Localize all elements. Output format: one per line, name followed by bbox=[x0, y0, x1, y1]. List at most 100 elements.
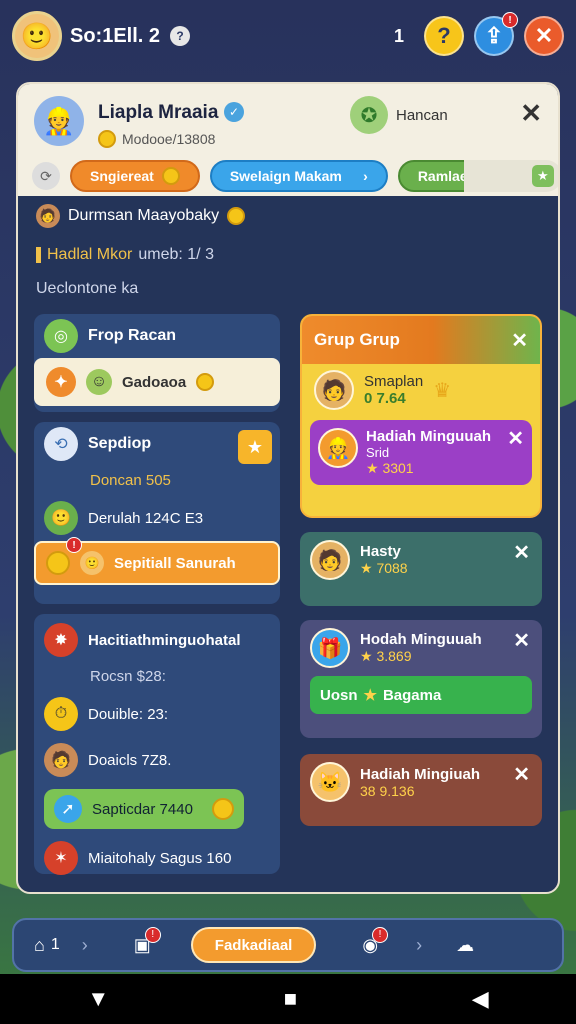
card-line: Rocsn $28: bbox=[90, 668, 166, 685]
purple-value-row: ★ 3301 bbox=[366, 460, 414, 476]
hasty-text: Hasty ★ 7088 bbox=[360, 543, 408, 577]
item-value: 0 7.64 bbox=[364, 390, 406, 407]
sepitiall-sanurah-button[interactable]: 🙂 Sepitiall Sanurah ! bbox=[34, 537, 280, 585]
hasty-value: 7088 bbox=[376, 560, 408, 576]
purple-text: Hadiah Minguuah Srid ★ 3301 bbox=[366, 428, 491, 477]
card-header: ✸ Hacitiathminguohatal bbox=[34, 618, 280, 662]
purple-title: Hadiah Minguuah bbox=[366, 428, 491, 445]
profile-subtitle-text: Modooe/13808 bbox=[122, 131, 216, 147]
target-icon: ◎ bbox=[44, 319, 78, 353]
info-line2-b: umeb: 1/ 3 bbox=[138, 246, 214, 263]
back-triangle-icon[interactable]: ▼ bbox=[87, 986, 109, 1012]
nav-shop[interactable]: ☁ bbox=[456, 935, 474, 956]
close-violet-button[interactable]: ✕ bbox=[513, 628, 530, 653]
gift-icon: 🎁 bbox=[310, 628, 350, 668]
chevron-right-icon: › bbox=[416, 934, 423, 955]
reward-gadoaoa[interactable]: ✦ ☺ Gadoaoa bbox=[34, 358, 280, 406]
share-button[interactable]: ⇪ ! bbox=[474, 12, 518, 56]
star-icon[interactable]: ★ bbox=[531, 165, 554, 187]
info-name: Durmsan Maayobaky bbox=[68, 207, 220, 224]
brown-value: 38 9.136 bbox=[360, 782, 415, 799]
home-square-icon[interactable]: ■ bbox=[284, 986, 297, 1012]
card-line-row: ✶ Miaitohaly Sagus 160 bbox=[34, 835, 280, 881]
bar-icon bbox=[36, 247, 41, 263]
left-column: ◎ Frop Racan ✦ ☺ Gadoaoa ⟲ Sepdiop ★ Don… bbox=[34, 314, 280, 884]
nav-messages[interactable]: ▣ ! bbox=[134, 926, 161, 956]
star-icon[interactable]: ★ bbox=[238, 430, 272, 464]
sapticdar-button[interactable]: ➚ Sapticdar 7440 bbox=[44, 789, 244, 829]
arrow-icon: › bbox=[363, 168, 368, 184]
group-title: Grup Grup bbox=[314, 330, 400, 349]
gift-icon: ✦ bbox=[46, 367, 76, 397]
card-line: Doncan 505 bbox=[90, 472, 171, 489]
violet-value: 3.869 bbox=[376, 648, 412, 664]
pet-icon: 🐱 bbox=[310, 762, 350, 802]
nav-home[interactable]: ⌂ 1 bbox=[34, 935, 60, 956]
hasty-value-row: ★ 7088 bbox=[360, 560, 408, 576]
brown-title: Hadiah Mingiuah bbox=[360, 765, 480, 783]
panel-tabs: ⟳ Sngiereat Swelaign Makam › Ramlae ★ bbox=[32, 160, 558, 192]
card-header: ◎ Frop Racan bbox=[34, 314, 280, 358]
info-row-status: Ueclontone ka bbox=[36, 280, 139, 297]
character-icon: 🧑 bbox=[44, 743, 78, 777]
card-hasty[interactable]: 🧑 Hasty ★ 7088 ✕ bbox=[300, 532, 542, 606]
info-row-progress: Hadlal Mkor umeb: 1/ 3 bbox=[36, 246, 214, 264]
group-card: Grup Grup ✕ 🧑 Smaplan 0 7.64 ♛ 👷 Hadiah … bbox=[300, 314, 542, 518]
close-hasty-button[interactable]: ✕ bbox=[513, 540, 530, 565]
main-action-button[interactable]: Fadkadiaal bbox=[190, 927, 317, 963]
item-name: Smaplan bbox=[364, 373, 424, 390]
info-icon[interactable]: ? bbox=[170, 26, 191, 46]
group-item-smaplan[interactable]: 🧑 Smaplan 0 7.64 ♛ bbox=[302, 364, 540, 416]
alert-badge-icon: ! bbox=[372, 926, 389, 943]
smile-icon: ☺ bbox=[86, 369, 112, 395]
clan-info[interactable]: ✪ Hancan bbox=[350, 96, 448, 134]
violet-text: Hodah Minguuah ★ 3.869 bbox=[360, 631, 482, 665]
card-title: Frop Racan bbox=[88, 327, 177, 344]
card-frop-racan: ◎ Frop Racan ✦ ☺ Gadoaoa bbox=[34, 314, 280, 412]
clock-icon: ⏱ bbox=[44, 697, 78, 731]
reward-hadiah-mingguah[interactable]: 👷 Hadiah Minguuah Srid ★ 3301 ✕ bbox=[310, 420, 532, 485]
character-icon: 🧑 bbox=[310, 540, 350, 580]
shop-icon: ☁ bbox=[456, 934, 475, 955]
crown-icon: ♛ bbox=[433, 379, 452, 402]
character-icon: 🙂 bbox=[80, 551, 104, 575]
tab-swelaign-makam[interactable]: Swelaign Makam › bbox=[209, 160, 388, 192]
card-line-row: ➚ Sapticdar 7440 bbox=[34, 783, 280, 835]
notification-count: 1 bbox=[393, 25, 404, 46]
profile-avatar[interactable]: 👷 bbox=[34, 96, 84, 146]
player-score: So:1Ell. 2 bbox=[70, 24, 161, 47]
verified-icon: ✓ bbox=[224, 102, 244, 122]
close-game-button[interactable]: ✕ bbox=[524, 16, 564, 56]
card-title: Sepdiop bbox=[88, 435, 152, 452]
character-icon: 🧑 bbox=[314, 370, 354, 410]
info-line2-a: Hadlal Mkor bbox=[47, 246, 133, 263]
player-avatar[interactable]: 🙂 bbox=[12, 11, 62, 61]
coin-icon bbox=[212, 798, 234, 820]
profile-subtitle: Modooe/13808 bbox=[98, 130, 215, 148]
card-hadiah-mingiuah[interactable]: 🐱 Hadiah Mingiuah 38 9.136 ✕ bbox=[300, 754, 542, 826]
refresh-icon[interactable]: ⟳ bbox=[32, 162, 60, 190]
compass-icon: ➚ bbox=[54, 795, 82, 823]
nav-events[interactable]: ◉ ! bbox=[362, 926, 389, 956]
group-item-text: Smaplan 0 7.64 bbox=[364, 373, 423, 407]
coin-icon bbox=[227, 207, 246, 225]
close-group-button[interactable]: ✕ bbox=[511, 328, 528, 353]
card-line-row: ⏱ Douible: 23: bbox=[34, 691, 280, 737]
close-panel-button[interactable]: ✕ bbox=[520, 98, 542, 129]
help-button[interactable]: ? bbox=[424, 16, 464, 56]
clan-icon: ✪ bbox=[350, 96, 388, 134]
chevron-right-icon: › bbox=[81, 934, 88, 955]
clan-label: Hancan bbox=[396, 106, 448, 124]
card-line: Miaitohaly Sagus 160 bbox=[88, 849, 232, 867]
main-action-label: Fadkadiaal bbox=[214, 936, 293, 954]
close-reward-button[interactable]: ✕ bbox=[507, 426, 524, 451]
tab-sngiereat[interactable]: Sngiereat bbox=[70, 160, 200, 192]
back-icon[interactable]: ◀ bbox=[472, 986, 489, 1012]
tab-label: Swelaign Makam bbox=[229, 168, 342, 184]
uosn-bagama-button[interactable]: Uosn ★ Bagama bbox=[310, 676, 532, 714]
card-line: Doaicls 7Z8. bbox=[88, 751, 172, 769]
gift-icon: ✸ bbox=[44, 623, 78, 657]
home-count: 1 bbox=[50, 936, 60, 953]
card-line-row: 🙂 Derulah 124C E3 bbox=[34, 495, 280, 541]
close-brown-button[interactable]: ✕ bbox=[513, 762, 530, 787]
